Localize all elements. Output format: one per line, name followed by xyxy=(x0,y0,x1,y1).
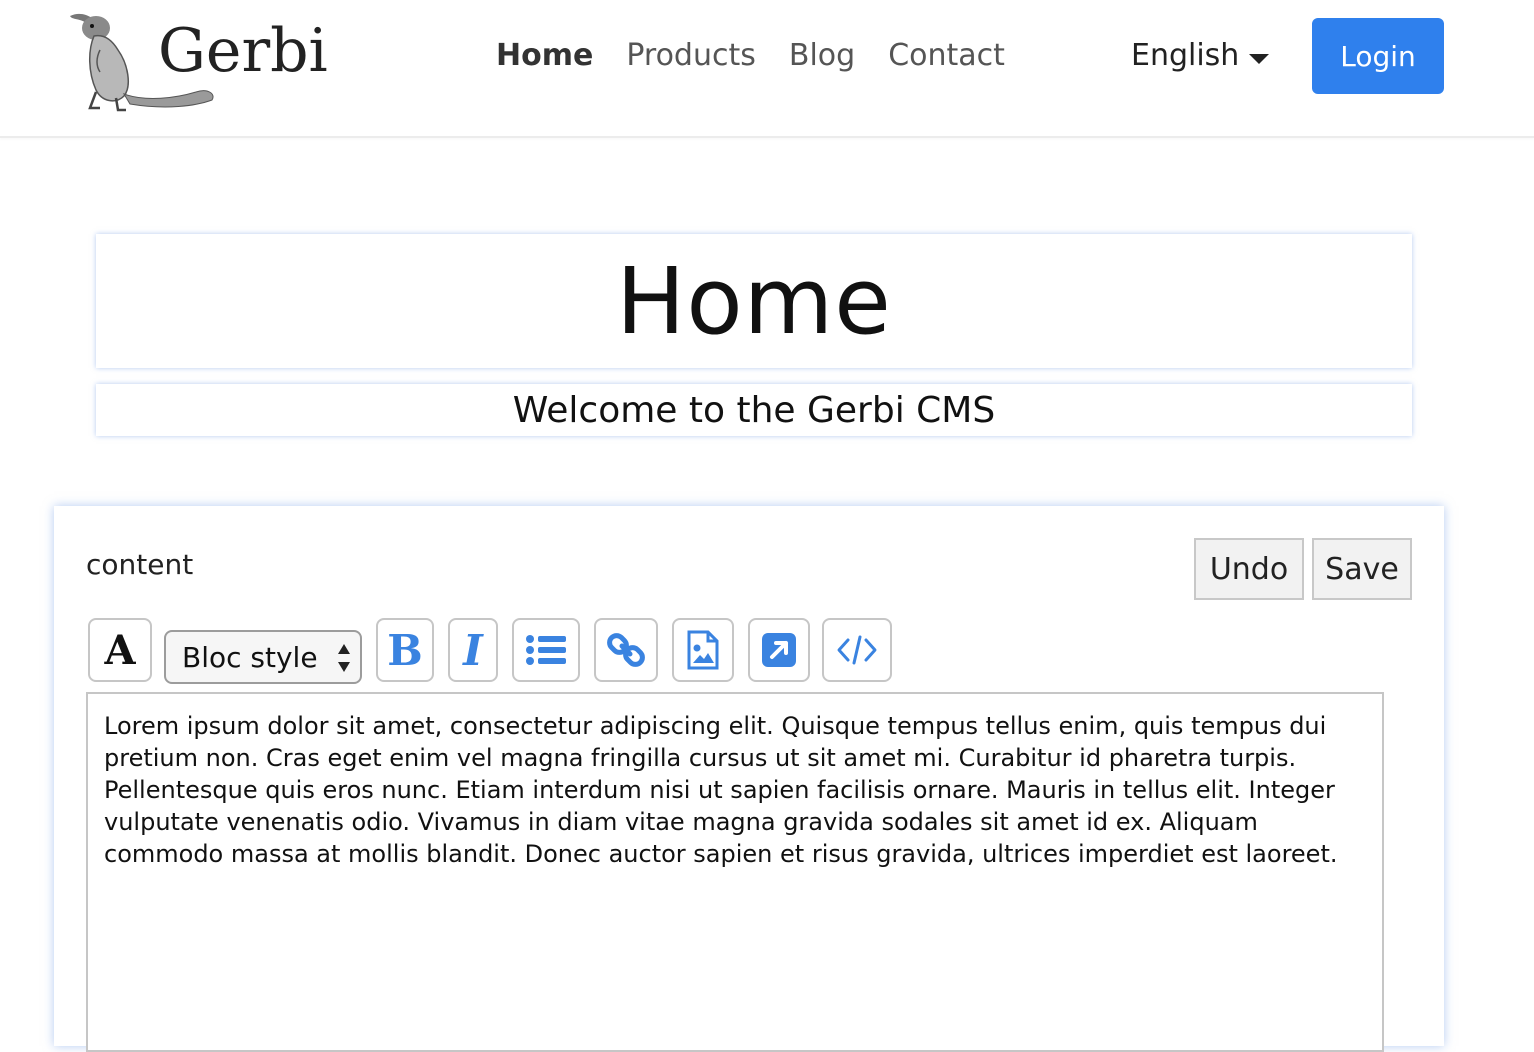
page-title-block[interactable]: Home xyxy=(96,234,1412,368)
external-link-button[interactable] xyxy=(748,618,810,682)
font-button[interactable]: A xyxy=(88,618,152,682)
page-subtitle-block[interactable]: Welcome to the Gerbi CMS xyxy=(96,384,1412,436)
page-subtitle: Welcome to the Gerbi CMS xyxy=(512,389,996,431)
site-header: Gerbi Home Products Blog Contact English… xyxy=(0,0,1534,138)
main-nav: Home Products Blog Contact xyxy=(496,36,1038,76)
link-button[interactable] xyxy=(594,618,658,682)
bold-icon: B xyxy=(387,625,423,675)
list-button[interactable] xyxy=(512,618,580,682)
language-label: English xyxy=(1131,38,1240,73)
font-icon: A xyxy=(104,626,136,674)
content-editor-panel: content Undo Save A Bloc style B I Lorem… xyxy=(54,506,1444,1052)
logo-wordmark: Gerbi xyxy=(158,16,328,86)
login-button[interactable]: Login xyxy=(1312,18,1444,94)
list-icon xyxy=(526,635,566,665)
language-selector[interactable]: English xyxy=(1131,36,1270,76)
bloc-style-label: Bloc style xyxy=(182,640,318,674)
content-textarea[interactable]: Lorem ipsum dolor sit amet, consectetur … xyxy=(86,692,1384,1052)
external-link-icon xyxy=(762,633,796,667)
save-button[interactable]: Save xyxy=(1312,538,1412,600)
image-button[interactable] xyxy=(672,618,734,682)
page-title: Home xyxy=(616,247,892,355)
editor-label: content xyxy=(86,548,194,581)
bloc-style-select[interactable]: Bloc style xyxy=(164,630,362,684)
italic-icon: I xyxy=(463,625,483,675)
code-icon xyxy=(837,635,877,665)
undo-button[interactable]: Undo xyxy=(1194,538,1304,600)
code-button[interactable] xyxy=(822,618,892,682)
nav-contact[interactable]: Contact xyxy=(888,36,1005,76)
nav-home[interactable]: Home xyxy=(496,36,593,76)
image-icon xyxy=(687,630,719,670)
nav-products[interactable]: Products xyxy=(626,36,756,76)
bold-button[interactable]: B xyxy=(376,618,434,682)
italic-button[interactable]: I xyxy=(448,618,498,682)
link-icon xyxy=(607,633,645,667)
nav-blog[interactable]: Blog xyxy=(789,36,855,76)
select-arrows-icon xyxy=(338,644,350,672)
caret-down-icon xyxy=(1249,54,1270,64)
site-logo[interactable]: Gerbi xyxy=(66,6,328,116)
